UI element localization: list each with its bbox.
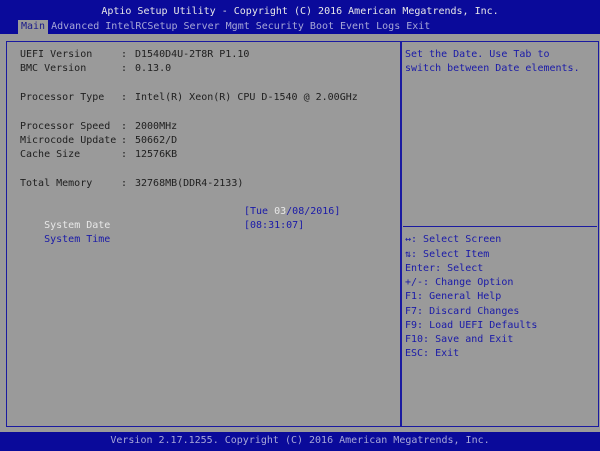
key-hint-esc: ESC: Exit [405,348,460,359]
key-hint-f1: F1: General Help [405,291,502,302]
info-row-processor-type: Processor Type: Intel(R) Xeon(R) CPU D-15… [20,91,358,105]
info-value: Intel(R) Xeon(R) CPU D-1540 @ 2.00GHz [135,92,358,103]
key-hint-select-screen: ↔: Select Screen [405,234,502,245]
header-bar: Aptio Setup Utility - Copyright (C) 2016… [0,0,600,34]
system-time-value[interactable]: [08:31:07] [244,219,304,233]
info-label: Cache Size [20,149,81,160]
separator: : [121,121,128,132]
tab-exit[interactable]: Exit [403,20,433,34]
info-row-microcode: Microcode Update:50662/D [20,134,177,148]
tab-boot[interactable]: Boot [307,20,337,34]
info-value: 0.13.0 [135,63,172,74]
info-label: Total Memory [20,178,93,189]
info-row-total-memory: Total Memory:32768MB(DDR4-2133) [20,177,243,191]
help-divider [403,226,597,227]
key-hint-change-option: +/-: Change Option [405,277,514,288]
system-date-item[interactable]: System Date [Tue 03/08/2016] [20,205,390,231]
date-suffix: /08/2016] [286,206,341,217]
date-prefix: [Tue [244,206,275,217]
info-label: Processor Type [20,92,105,103]
info-label: UEFI Version [20,49,93,60]
separator: : [121,149,128,160]
system-date-value[interactable]: [Tue 03/08/2016] [244,205,340,219]
separator: : [121,49,128,60]
info-row-processor-speed: Processor Speed:2000MHz [20,120,177,134]
separator: : [121,135,128,146]
help-text-line: switch between Date elements. [405,63,580,74]
key-hint-select-item: ⇅: Select Item [405,249,490,260]
tab-bar: Main Advanced IntelRCSetup Server Mgmt S… [18,20,433,34]
info-label: Microcode Update [20,135,117,146]
tab-intelrcsetup[interactable]: IntelRCSetup [102,20,180,34]
system-time-item[interactable]: System Time [08:31:07] [20,219,390,245]
date-month-field[interactable]: 03 [274,206,286,217]
tab-security[interactable]: Security [253,20,307,34]
key-hint-enter: Enter: Select [405,263,484,274]
info-value: D1540D4U-2T8R P1.10 [135,49,250,60]
tab-server-mgmt[interactable]: Server Mgmt [181,20,253,34]
key-hint-f9: F9: Load UEFI Defaults [405,320,538,331]
info-value: 2000MHz [135,121,178,132]
info-value: 50662/D [135,135,178,146]
info-row-bmc-version: BMC Version:0.13.0 [20,62,171,76]
footer-version: Version 2.17.1255. Copyright (C) 2016 Am… [0,432,600,451]
info-label: Processor Speed [20,121,111,132]
info-value: 32768MB(DDR4-2133) [135,178,244,189]
tab-event-logs[interactable]: Event Logs [337,20,403,34]
system-time-label: System Time [44,234,111,245]
key-hint-f7: F7: Discard Changes [405,306,520,317]
help-text-line: Set the Date. Use Tab to [405,49,550,60]
info-value: 12576KB [135,149,178,160]
separator: : [121,63,128,74]
key-hint-f10: F10: Save and Exit [405,334,514,345]
info-row-cache-size: Cache Size:12576KB [20,148,177,162]
info-row-uefi-version: UEFI Version: D1540D4U-2T8R P1.10 [20,48,249,62]
utility-title: Aptio Setup Utility - Copyright (C) 2016… [101,6,499,17]
tab-main[interactable]: Main [18,20,49,34]
separator: : [121,92,128,103]
tab-advanced[interactable]: Advanced [48,20,102,34]
separator: : [121,178,128,189]
bios-setup-screen: Aptio Setup Utility - Copyright (C) 2016… [0,0,600,451]
info-label: BMC Version [20,63,87,74]
